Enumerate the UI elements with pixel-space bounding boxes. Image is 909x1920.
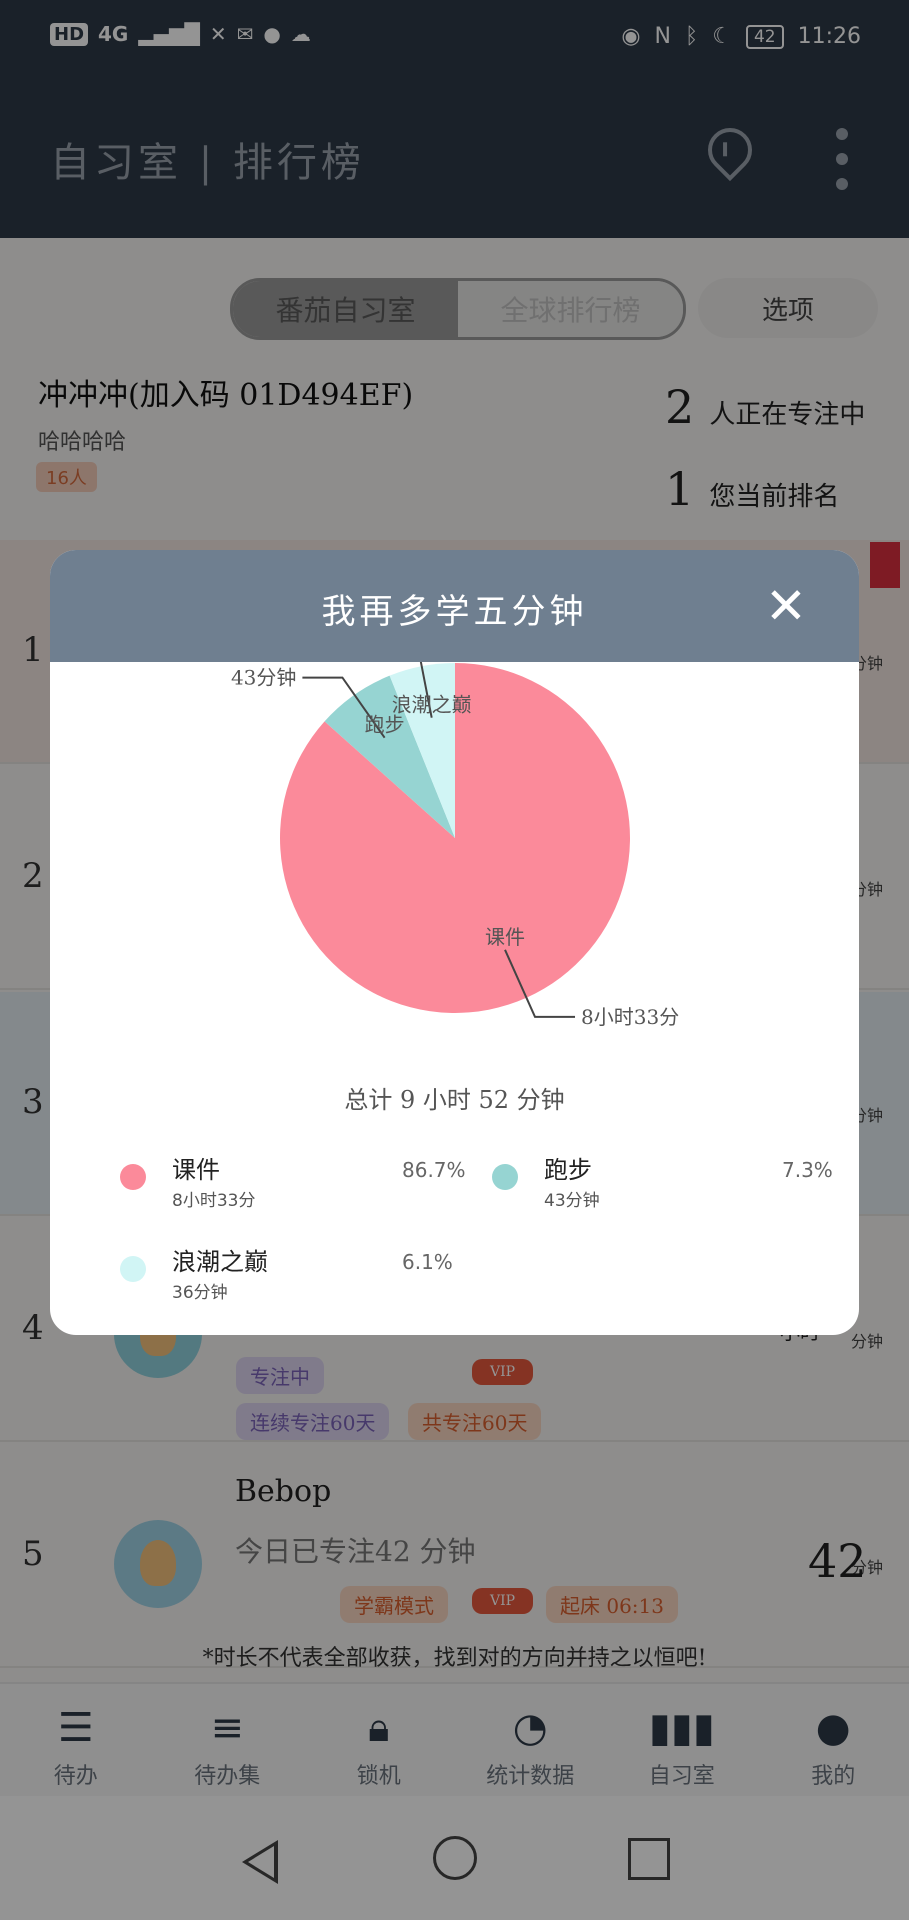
pie-chart: 课件8小时33分跑步43分钟浪潮之巅36分钟	[231, 662, 679, 1029]
legend-swatch	[120, 1164, 146, 1190]
slice-label-kejian: 课件	[485, 925, 525, 949]
close-icon[interactable]: ✕	[756, 576, 816, 636]
stats-modal: 我再多学五分钟 ✕ 课件8小时33分跑步43分钟浪潮之巅36分钟 总计 9 小时…	[50, 550, 859, 1335]
legend-name: 浪潮之巅	[172, 1248, 268, 1276]
total-time: 总计 9 小时 52 分钟	[344, 1086, 565, 1114]
legend-name: 课件	[172, 1156, 220, 1184]
slice-value-label: 43分钟	[231, 666, 296, 690]
slice-label-langchao: 浪潮之巅	[392, 693, 472, 717]
legend-time: 8小时33分	[172, 1191, 256, 1211]
legend-name: 跑步	[544, 1156, 592, 1184]
modal-header: 我再多学五分钟 ✕	[50, 550, 859, 662]
slice-value-label: 8小时33分	[581, 1005, 679, 1029]
legend-swatch	[120, 1256, 146, 1282]
legend-time: 36分钟	[172, 1283, 228, 1303]
legend-percent: 86.7%	[402, 1158, 466, 1182]
legend-percent: 7.3%	[782, 1158, 833, 1182]
legend-percent: 6.1%	[402, 1250, 453, 1274]
modal-title: 我再多学五分钟	[321, 592, 588, 632]
legend-swatch	[492, 1164, 518, 1190]
legend-time: 43分钟	[544, 1191, 600, 1211]
